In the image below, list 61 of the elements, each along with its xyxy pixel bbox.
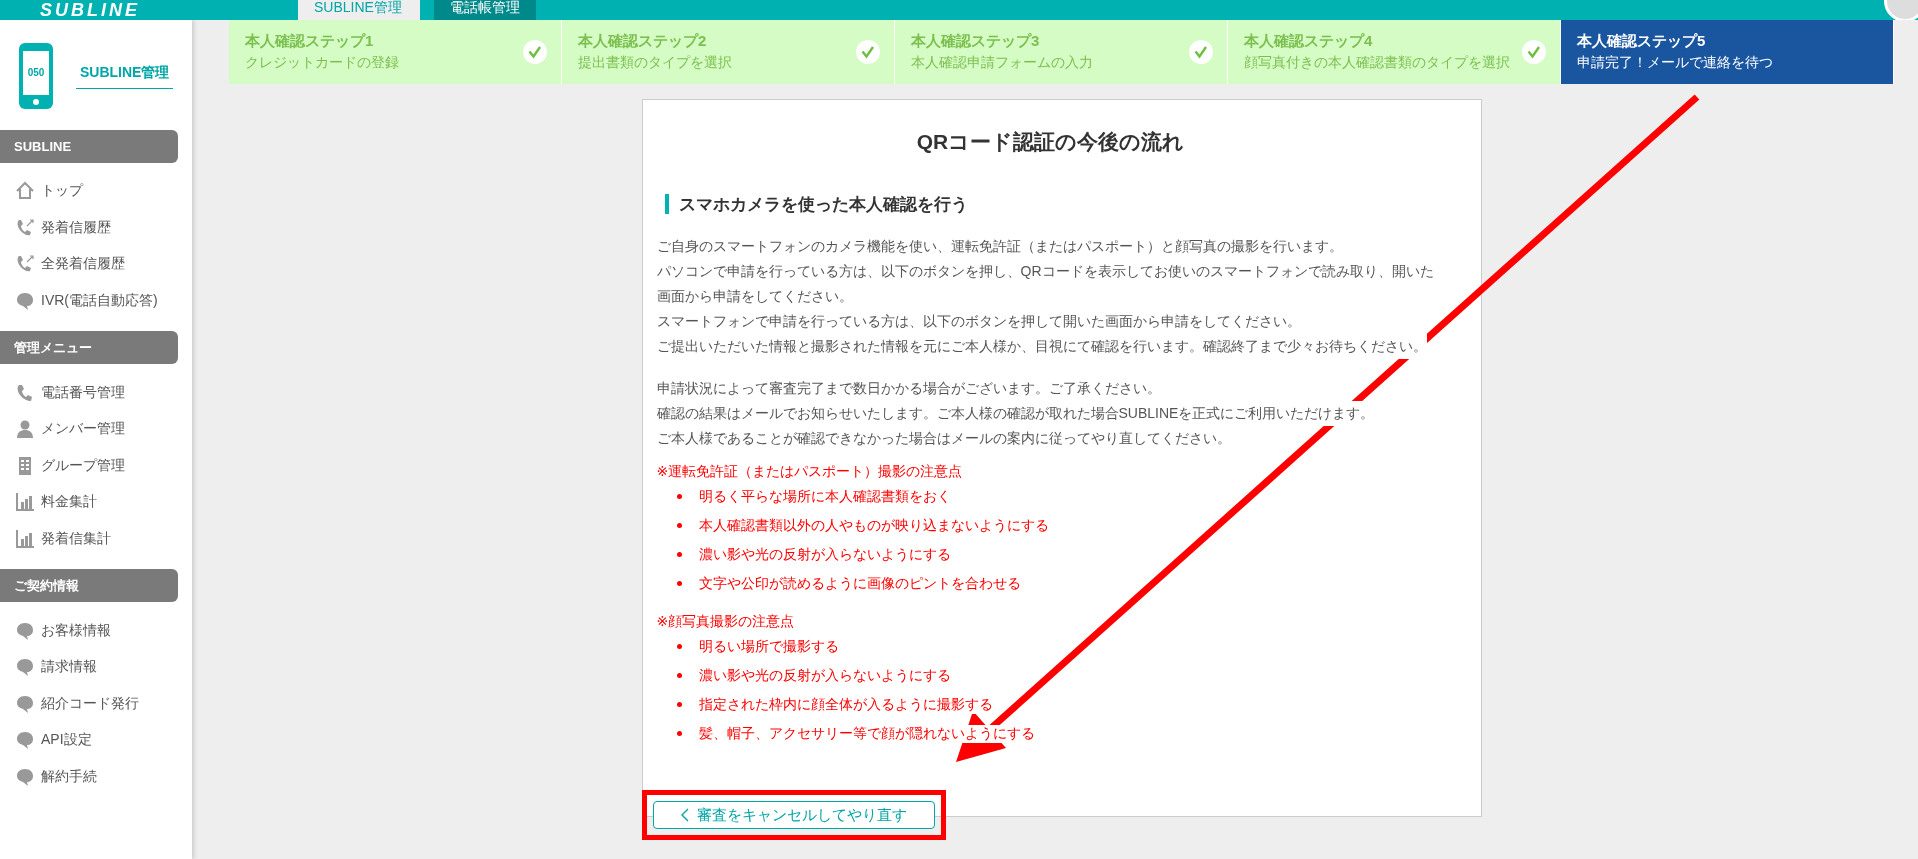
bar-chart-icon bbox=[15, 529, 35, 550]
speech-bubble-icon bbox=[15, 767, 35, 787]
sidebar-item[interactable]: 電話番号管理 bbox=[0, 374, 192, 411]
notice-item: 本人確認書類以外の人やものが映り込まないようにする bbox=[698, 516, 1049, 535]
sidebar-item[interactable]: お客様情報 bbox=[0, 612, 192, 649]
step-subtitle: 申請完了！メールで連絡を待つ bbox=[1577, 53, 1774, 72]
page-title: QRコード認証の今後の流れ bbox=[915, 129, 1186, 155]
bullet-icon bbox=[676, 552, 682, 557]
phone-number-label: 050 bbox=[26, 67, 46, 78]
notice-item: 濃い影や光の反射が入らないようにする bbox=[698, 666, 951, 685]
bullet-icon bbox=[676, 494, 682, 499]
section-header: ご契約情報 bbox=[0, 569, 178, 603]
step-title: 本人確認ステップ1 bbox=[245, 31, 375, 51]
step-title: 本人確認ステップ4 bbox=[1244, 31, 1374, 51]
notice-item: 濃い影や光の反射が入らないようにする bbox=[698, 545, 951, 564]
step-subtitle: クレジットカードの登録 bbox=[245, 53, 400, 72]
bullet-icon bbox=[676, 673, 682, 678]
speech-bubble-icon bbox=[15, 620, 35, 641]
notice-item: 指定された枠内に顔全体が入るように撮影する bbox=[698, 695, 993, 714]
step-title: 本人確認ステップ3 bbox=[911, 31, 1041, 51]
sidebar-item[interactable]: 解約手続 bbox=[0, 758, 192, 796]
step-subtitle: 顔写真付きの本人確認書類のタイプを選択 bbox=[1244, 53, 1511, 72]
sidebar-item[interactable]: 発着信履歴 bbox=[0, 209, 192, 247]
house-icon bbox=[15, 181, 35, 202]
step-subtitle: 本人確認申請フォームの入力 bbox=[911, 53, 1094, 72]
person-icon bbox=[15, 419, 35, 440]
sidebar-item[interactable]: 紹介コード発行 bbox=[0, 685, 192, 723]
bar-chart-icon bbox=[15, 492, 35, 513]
smartphone-icon bbox=[18, 42, 54, 110]
bullet-icon bbox=[676, 702, 682, 707]
sidebar-item[interactable]: IVR(電話自動応答) bbox=[0, 282, 192, 320]
nav-tab[interactable]: 電話帳管理 bbox=[434, 0, 536, 20]
sidebar-item[interactable]: 発着信集計 bbox=[0, 520, 192, 558]
section-header: SUBLINE bbox=[0, 130, 178, 163]
section-heading: スマホカメラを使った本人確認を行う bbox=[664, 194, 1445, 214]
sidebar-item[interactable]: 請求情報 bbox=[0, 648, 192, 686]
step-title: 本人確認ステップ2 bbox=[578, 31, 708, 51]
sidebar-item[interactable]: 料金集計 bbox=[0, 484, 192, 521]
phone-icon bbox=[15, 382, 35, 403]
sidebar-item[interactable]: グループ管理 bbox=[0, 447, 192, 485]
sidebar-item[interactable]: トップ bbox=[0, 173, 192, 210]
chevron-left-icon bbox=[680, 808, 689, 822]
speech-bubble-icon bbox=[15, 693, 35, 714]
sidebar-item[interactable]: 全発着信履歴 bbox=[0, 246, 192, 283]
speech-bubble-icon bbox=[15, 657, 35, 678]
step-subtitle: 提出書類のタイプを選択 bbox=[578, 53, 733, 72]
bullet-icon bbox=[676, 644, 682, 649]
notice-item: 明るい場所で撮影する bbox=[698, 637, 839, 656]
step-title: 本人確認ステップ5 bbox=[1577, 31, 1707, 51]
bullet-icon bbox=[676, 731, 682, 736]
sidebar-item[interactable]: メンバー管理 bbox=[0, 410, 192, 448]
body-text: ご提出いただいた情報と撮影された情報を元にご本人様か、目視にて確認を行います。確認終了まで少々お待ちください。 bbox=[656, 334, 1427, 359]
phone-arrow-icon bbox=[15, 217, 35, 238]
bullet-icon bbox=[676, 581, 682, 586]
bullet-icon bbox=[676, 523, 682, 528]
sidebar-item[interactable]: API設定 bbox=[0, 722, 192, 759]
notice-item: 髪、帽子、アクセサリー等で顔が隠れないようにする bbox=[698, 724, 1035, 743]
speech-bubble-icon bbox=[15, 730, 35, 751]
speech-bubble-icon bbox=[15, 291, 35, 312]
notice-item: 文字や公印が読めるように画像のピントを合わせる bbox=[698, 574, 1021, 593]
section-header: 管理メニュー bbox=[0, 331, 178, 365]
